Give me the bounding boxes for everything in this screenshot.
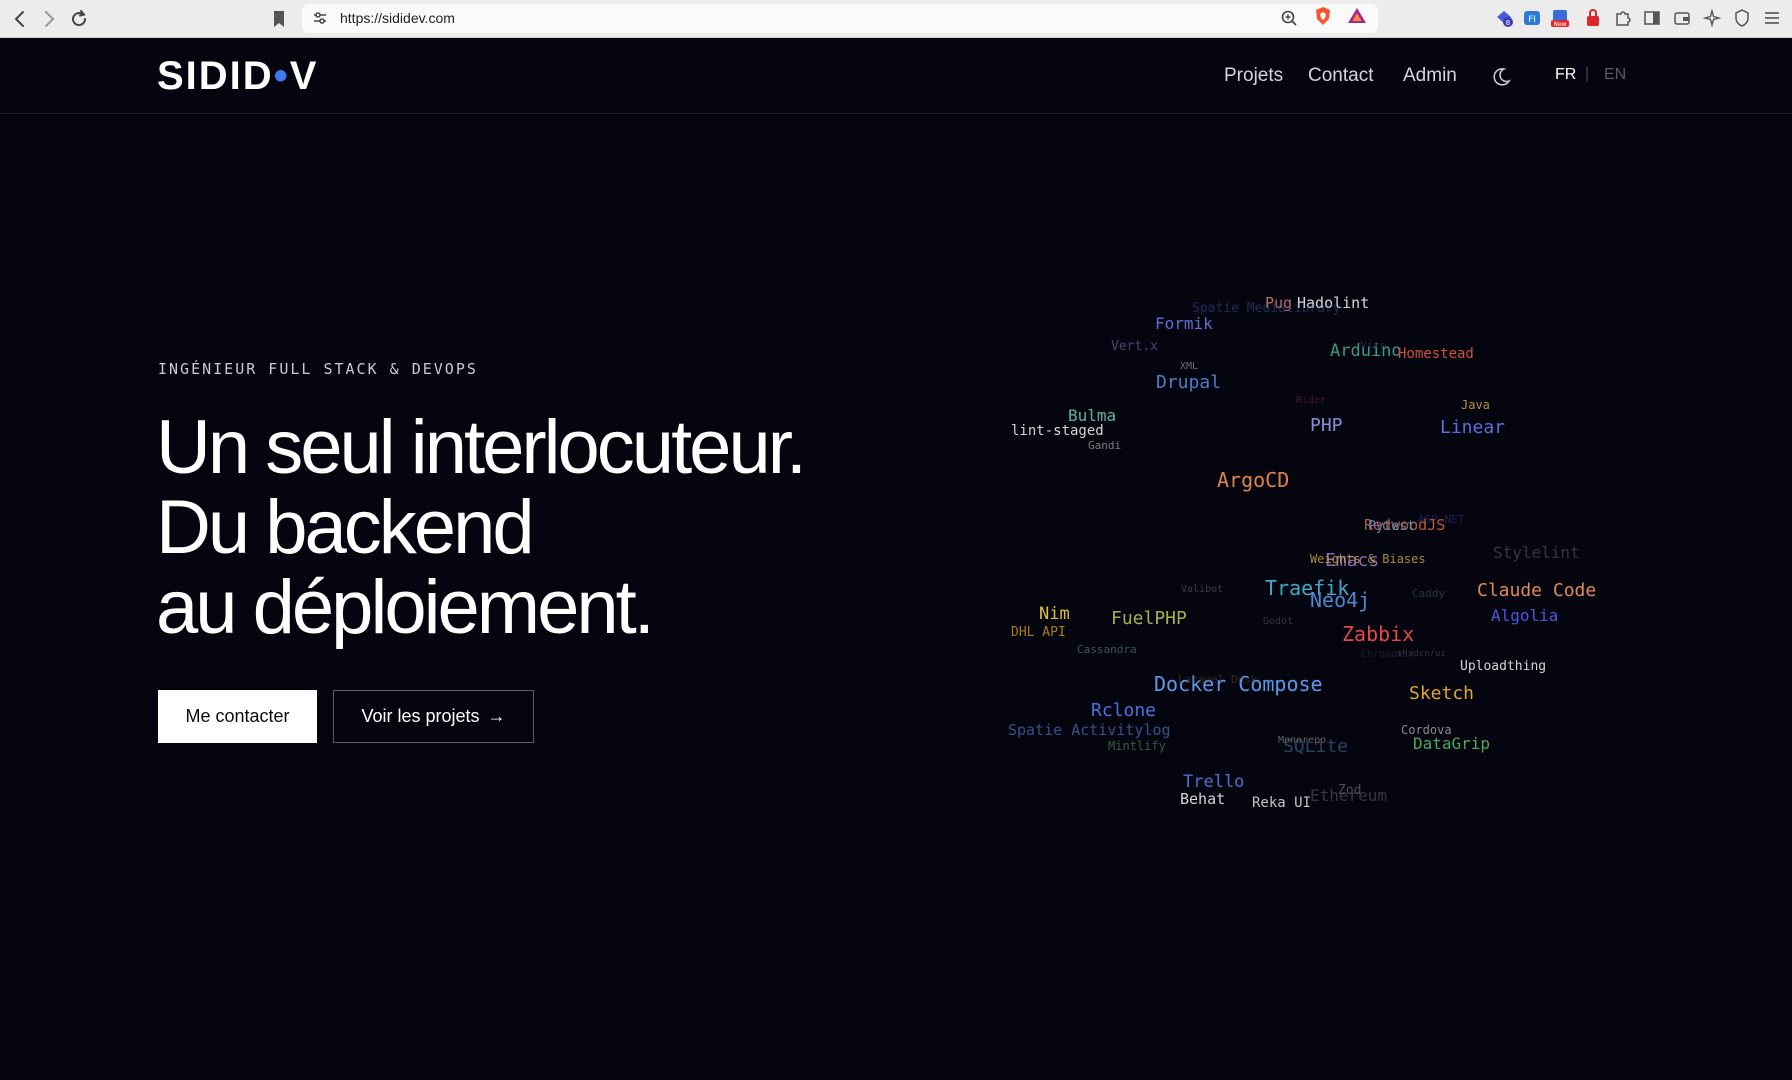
tech-tag: Zabbix: [1342, 622, 1415, 646]
site-header: SIDID•V Projets Contact Admin FR | EN: [0, 38, 1792, 114]
lang-fr[interactable]: FR: [1555, 66, 1576, 84]
tech-tag: Spatie Medialibrary: [1192, 301, 1341, 316]
tech-tag: Linear: [1440, 417, 1506, 438]
tech-tag: Caddy: [1412, 587, 1446, 600]
wallet-icon[interactable]: [1672, 8, 1692, 28]
nav-link-contact[interactable]: Contact: [1308, 65, 1373, 87]
svg-text:New: New: [1553, 21, 1566, 28]
tech-tag: Drupal: [1156, 372, 1222, 393]
bookmark-icon[interactable]: [267, 7, 291, 31]
tech-tag: Reka UI: [1252, 795, 1312, 811]
tech-tag: Godot: [1263, 616, 1294, 627]
tech-tag: Vert.x: [1111, 339, 1158, 354]
brave-rewards-icon[interactable]: [1347, 6, 1367, 26]
tech-tag: Mintlify: [1108, 739, 1166, 753]
tech-tag: Stylelint: [1493, 543, 1580, 562]
view-projects-label: Voir les projets: [361, 706, 480, 726]
address-bar[interactable]: https://sididev.com: [302, 4, 1378, 33]
tech-tag: DHL API: [1011, 625, 1066, 640]
moon-icon[interactable]: [1490, 66, 1512, 88]
tech-tag: Sketch: [1409, 683, 1475, 704]
chevron-left-icon[interactable]: [8, 7, 32, 31]
tech-tag: Trello: [1183, 772, 1245, 792]
headline-line: Du backend: [156, 485, 535, 570]
tech-tag: Laravel Dusk: [1178, 673, 1258, 686]
tech-tag: Formik: [1155, 314, 1213, 333]
tech-tag: FuelPHP: [1111, 608, 1187, 629]
site-logo[interactable]: SIDID•V: [157, 54, 319, 98]
tech-cloud: Hadolint Pug Spatie Medialibrary Formik Vert…: [980, 280, 1600, 820]
tech-tag: Weights & Biases: [1310, 552, 1426, 566]
lang-separator: |: [1585, 65, 1590, 82]
tech-tag: Rclone: [1091, 700, 1157, 721]
headline-line: au déploiement.: [156, 565, 655, 650]
hero-eyebrow: INGÉNIEUR FULL STACK & DEVOPS: [158, 360, 478, 378]
reload-icon[interactable]: [67, 7, 91, 31]
tech-tag: Neo4j: [1310, 588, 1371, 612]
tech-tag: XML: [1180, 361, 1199, 372]
menu-icon[interactable]: [1762, 8, 1782, 28]
tech-tag: lint-staged: [1011, 423, 1104, 439]
extension-icon[interactable]: [1583, 8, 1603, 28]
tech-tag: Spatie Activitylog: [1008, 721, 1171, 739]
tech-tag: Chromatic: [1361, 649, 1416, 660]
tech-tag: Zod: [1338, 783, 1362, 798]
browser-toolbar: https://sididev.com 8 FI New: [0, 0, 1792, 38]
extension-icon[interactable]: 8: [1494, 8, 1514, 28]
headline-line: Un seul interlocuteur.: [156, 405, 807, 490]
chevron-right-icon[interactable]: [37, 7, 61, 31]
tech-tag: ArgoCD: [1217, 468, 1290, 492]
logo-text-end: V: [289, 54, 319, 98]
sparkle-icon[interactable]: [1702, 8, 1722, 28]
puzzle-icon[interactable]: [1613, 8, 1633, 28]
extension-icon[interactable]: New: [1550, 8, 1570, 28]
nav-link-projets[interactable]: Projets: [1224, 65, 1283, 87]
lang-en[interactable]: EN: [1604, 66, 1626, 84]
tech-tag: Monorepo: [1278, 735, 1327, 746]
tech-tag: Vite: [1360, 339, 1387, 352]
tech-tag: Nim: [1039, 604, 1070, 624]
tech-tag: Bulma: [1068, 406, 1117, 425]
tech-tag: Pytest: [1368, 519, 1415, 534]
tech-tag: Homestead: [1398, 346, 1474, 362]
tech-tag: Claude Code: [1477, 580, 1597, 601]
brave-shield-icon[interactable]: [1313, 6, 1333, 26]
shield-icon[interactable]: [1732, 8, 1752, 28]
tech-tag: DataGrip: [1413, 734, 1491, 753]
view-projects-button[interactable]: Voir les projets →: [333, 690, 534, 743]
sidebar-icon[interactable]: [1642, 8, 1662, 28]
zoom-icon[interactable]: [1280, 9, 1298, 27]
tech-tag: Behat: [1180, 790, 1226, 808]
tech-tag: Algolia: [1491, 606, 1559, 625]
tune-icon[interactable]: [312, 10, 328, 26]
contact-button[interactable]: Me contacter: [158, 690, 317, 743]
nav-link-admin[interactable]: Admin: [1403, 65, 1457, 87]
arrow-right-icon: →: [487, 706, 506, 726]
extension-icon[interactable]: FI: [1522, 8, 1542, 28]
tech-tag: Java: [1461, 398, 1490, 412]
tech-tag: Uploadthing: [1460, 659, 1547, 674]
svg-text:8: 8: [1506, 19, 1510, 27]
hero-headline: Un seul interlocuteur. Du backend au dép…: [156, 408, 916, 648]
logo-text-start: SIDID: [157, 54, 274, 98]
tech-tag: Rider: [1296, 395, 1327, 406]
svg-text:FI: FI: [1528, 15, 1536, 25]
logo-dot: •: [273, 54, 290, 98]
tech-tag: PHP: [1310, 415, 1343, 436]
url-text[interactable]: https://sididev.com: [340, 10, 455, 26]
tech-tag: Cassandra: [1077, 643, 1137, 656]
tech-tag: Valibot: [1181, 584, 1224, 595]
tech-tag: Gandi: [1088, 439, 1122, 452]
